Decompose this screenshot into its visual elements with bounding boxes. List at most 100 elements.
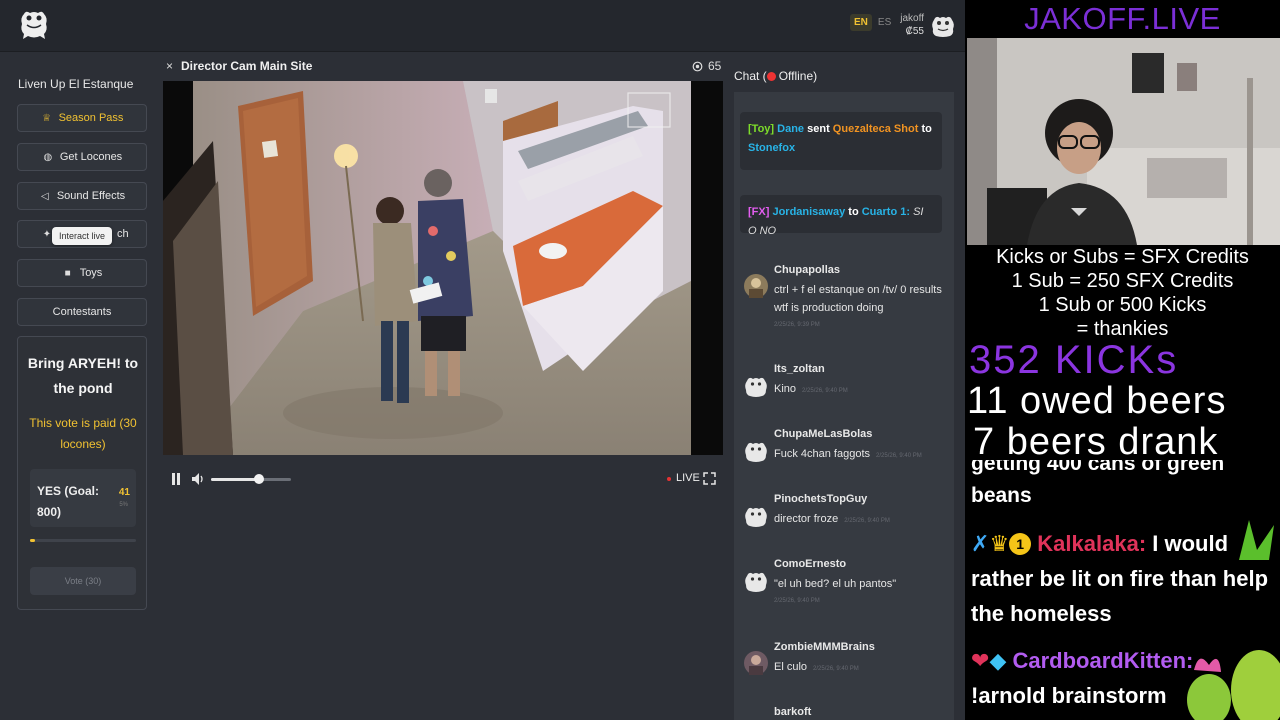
- chat-text: El culo 2/25/26, 9:40 PM: [774, 658, 944, 678]
- overlay-chat-user: CardboardKitten:: [1012, 648, 1194, 673]
- user-info[interactable]: jakoff ₡55: [896, 12, 924, 38]
- vote-option[interactable]: YES (Goal: 800) 41 5%: [30, 469, 136, 527]
- top-bar: EN ES jakoff ₡55: [0, 0, 965, 52]
- viewer-count-value: 65: [708, 59, 722, 73]
- eye-icon: [692, 61, 703, 71]
- overlay-line: Kicks or Subs = SFX Credits: [996, 246, 1249, 268]
- sword-icon: ✗: [971, 531, 990, 556]
- event-tag: [Toy]: [748, 123, 775, 135]
- chat-message: Its_zoltan Kino 2/25/26, 9:40 PM: [740, 363, 950, 403]
- web-app: EN ES jakoff ₡55 Liven Up El Estanque ♕ …: [0, 0, 965, 720]
- badge-icon: 1: [1009, 533, 1032, 555]
- kicks-counter: 352 KICKs: [969, 338, 1179, 382]
- camera-feed-image: [163, 81, 723, 455]
- frog-avatar-icon[interactable]: [744, 568, 768, 592]
- user-avatar-icon[interactable]: [930, 12, 956, 38]
- frog-avatar-icon[interactable]: [744, 438, 768, 462]
- volume-slider-fill: [211, 478, 259, 481]
- close-video-button[interactable]: ×: [166, 59, 173, 73]
- toys-label: Toys: [79, 267, 103, 279]
- live-label: LIVE: [676, 472, 700, 484]
- volume-slider[interactable]: [211, 474, 291, 484]
- event-target[interactable]: Stonefox: [748, 142, 795, 154]
- toys-button[interactable]: ■ Toys: [17, 259, 147, 287]
- owed-beers-counter: 11 owed beers: [967, 380, 1227, 422]
- frog-logo-icon[interactable]: [18, 8, 50, 42]
- viewer-count: 65: [692, 59, 721, 73]
- chat-text: Kino 2/25/26, 9:40 PM: [774, 380, 944, 400]
- vote-button[interactable]: Vote (30): [30, 567, 136, 595]
- chat-message: PinochetsTopGuy director froze 2/25/26, 9…: [740, 493, 950, 533]
- chat-message: ZombieMMMBrains El culo 2/25/26, 9:40 PM: [740, 641, 950, 681]
- chat-username[interactable]: Its_zoltan: [774, 363, 825, 375]
- chat-timestamp: 2/25/26, 9:39 PM: [774, 322, 820, 328]
- frog-avatar-icon[interactable]: [744, 503, 768, 527]
- chat-username[interactable]: ChupaMeLasBolas: [774, 428, 872, 440]
- sound-effects-button[interactable]: ◁ Sound Effects: [17, 182, 147, 210]
- fullscreen-icon[interactable]: [703, 472, 716, 485]
- offline-dot: [766, 72, 776, 81]
- lang-es-button[interactable]: ES: [876, 14, 893, 31]
- event-user[interactable]: Dane: [777, 123, 804, 135]
- chat-text: "el uh bed? el uh pantos" 2/25/26, 9:40 P…: [774, 575, 944, 610]
- frog-avatar-icon[interactable]: [744, 373, 768, 397]
- overlay-title: JAKOFF.LIVE: [1024, 1, 1221, 36]
- language-switch: EN ES: [850, 14, 893, 31]
- chat-text: Fuck 4chan faggots 2/25/26, 9:40 PM: [774, 445, 944, 465]
- volume-icon[interactable]: [192, 473, 205, 485]
- chat-text-body: Fuck 4chan faggots: [774, 448, 871, 460]
- sidebar: Liven Up El Estanque ♕ Season Pass ◍ Get…: [0, 52, 163, 720]
- event-target[interactable]: Cuarto 1:: [862, 206, 910, 218]
- chat-text-body: director froze: [774, 513, 839, 525]
- overlay-chat-text: !arnold brainstorm: [971, 683, 1167, 708]
- chat-message: Chupapollas ctrl + f el estanque on /tv/…: [740, 264, 950, 328]
- user-avatar-icon[interactable]: [744, 651, 768, 675]
- chat-text-body: El culo: [774, 661, 808, 673]
- event-prep: to: [921, 123, 932, 135]
- chat-text-body: Kino: [774, 383, 797, 395]
- vote-progress-bar: [30, 539, 136, 542]
- chat-timestamp: 2/25/26, 9:40 PM: [802, 388, 848, 394]
- vote-progress-fill: [30, 539, 36, 542]
- chat-username[interactable]: ComoErnesto: [774, 558, 846, 570]
- coin-icon: ◍: [43, 151, 53, 163]
- contestants-label: Contestants: [52, 306, 112, 318]
- user-avatar-icon[interactable]: [744, 274, 768, 298]
- stream-overlay: JAKOFF.LIVE Kicks or Subs = SFX Credits …: [965, 0, 1280, 720]
- chat-username[interactable]: ZombieMMMBrains: [774, 641, 875, 653]
- chat-status: Offline): [778, 69, 818, 83]
- chat-panel[interactable]: [Toy] Dane sent Quezalteca Shot to Stone…: [734, 92, 954, 720]
- volume-slider-knob[interactable]: [254, 474, 264, 484]
- get-locones-button[interactable]: ◍ Get Locones: [17, 143, 147, 171]
- overlay-chat-text: getting 400 cans of green beans: [971, 460, 1225, 507]
- event-user[interactable]: Jordanisaway: [772, 206, 845, 218]
- drank-beers-counter: 7 beers drank: [973, 421, 1219, 463]
- video-player[interactable]: [163, 81, 723, 455]
- heart-icon: ❤: [971, 648, 990, 673]
- vote-option-percent: 5%: [119, 502, 128, 508]
- cube-icon: ◆: [989, 648, 1007, 673]
- player-controls: LIVE: [163, 464, 723, 494]
- chat-username[interactable]: barkoft: [774, 706, 811, 718]
- chat-timestamp: 2/25/26, 9:40 PM: [813, 666, 859, 672]
- tooltip: Interact live: [52, 227, 113, 245]
- chat-header: Chat (Offline): [734, 69, 817, 83]
- overlay-chat: getting 400 cans of green beans ✗♛ 1 Kalk…: [965, 460, 1280, 720]
- chat-text-body: "el uh bed? el uh pantos": [774, 578, 897, 590]
- chat-username[interactable]: Chupapollas: [774, 264, 840, 276]
- chat-event-toy: [Toy] Dane sent Quezalteca Shot to Stone…: [740, 112, 942, 170]
- interact-live-label: ch: [117, 228, 129, 240]
- chat-event-fx: [FX] Jordanisaway to Cuarto 1: SI O NO: [740, 195, 942, 237]
- video-below-area: [163, 494, 723, 716]
- lang-en-button[interactable]: EN: [850, 14, 872, 31]
- pause-icon[interactable]: [171, 473, 181, 485]
- overlay-line: 1 Sub or 500 Kicks: [1038, 294, 1207, 316]
- contestants-button[interactable]: Contestants: [17, 298, 147, 326]
- event-item: Quezalteca Shot: [832, 123, 919, 135]
- season-pass-button[interactable]: ♕ Season Pass: [17, 104, 147, 132]
- chat-message: ChupaMeLasBolas Fuck 4chan faggots 2/25/2…: [740, 428, 950, 468]
- season-pass-label: Season Pass: [58, 112, 124, 124]
- chat-username[interactable]: PinochetsTopGuy: [774, 493, 867, 505]
- chat-text: director froze 2/25/26, 9:40 PM: [774, 510, 944, 530]
- event-verb: sent: [807, 123, 830, 135]
